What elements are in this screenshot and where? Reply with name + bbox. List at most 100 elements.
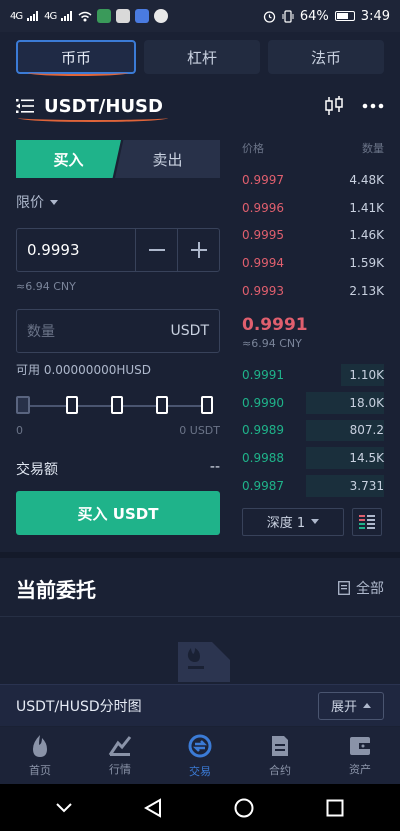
ask-price: 0.9993 — [242, 284, 284, 299]
slider-step-100[interactable] — [201, 396, 213, 414]
buy-usdt-button[interactable]: 买入 USDT — [16, 491, 220, 535]
home-icon[interactable] — [234, 798, 254, 818]
depth-select[interactable]: 深度 1 — [242, 507, 344, 536]
price-cny-estimate: ≈6.94 CNY — [16, 280, 76, 293]
more-icon[interactable] — [362, 103, 384, 109]
signal-indicator-2: 4G — [44, 10, 57, 22]
ask-row[interactable]: 0.9993 2.13K — [242, 277, 384, 305]
ask-quantity: 2.13K — [349, 284, 384, 299]
price-decrease-button[interactable] — [135, 229, 177, 271]
chevron-up-icon — [363, 703, 371, 708]
book-layout-icon — [359, 514, 375, 529]
trade-panel: 买入 卖出 限价 0.9993 ≈6.94 CNY 数量 USDT 可用 0.0… — [16, 140, 220, 535]
slider-step-75[interactable] — [156, 396, 168, 414]
flame-icon — [33, 734, 47, 757]
buy-sell-toggle: 买入 卖出 — [16, 140, 220, 178]
tab-margin[interactable]: 杠杆 — [144, 40, 260, 74]
plus-icon — [190, 242, 207, 258]
back-icon[interactable] — [144, 797, 162, 818]
slider-labels: 0 0 USDT — [16, 424, 220, 437]
sell-tab[interactable]: 卖出 — [115, 140, 220, 178]
last-price: 0.9991 — [242, 315, 308, 336]
ask-quantity: 4.48K — [349, 172, 384, 187]
ask-row[interactable]: 0.9997 4.48K — [242, 166, 384, 194]
candlestick-chart-icon[interactable] — [324, 95, 344, 117]
buy-tab[interactable]: 买入 — [16, 140, 121, 178]
ask-price: 0.9996 — [242, 200, 284, 215]
minus-icon — [148, 249, 165, 251]
bid-quantity: 807.2 — [349, 423, 384, 438]
turnover-row: 交易额 -- — [16, 459, 220, 479]
bid-row[interactable]: 0.9989 807.2 — [242, 417, 384, 445]
wifi-icon — [78, 11, 92, 21]
last-price-block: 0.9991 ≈6.94 CNY — [242, 305, 384, 361]
recents-icon[interactable] — [326, 799, 344, 817]
slider-handle[interactable] — [16, 396, 30, 414]
price-input[interactable]: 0.9993 — [17, 241, 135, 259]
alarm-icon — [263, 10, 276, 23]
bid-price: 0.9988 — [242, 451, 284, 466]
bid-row[interactable]: 0.9990 18.0K — [242, 389, 384, 417]
slider-min-label: 0 — [16, 424, 23, 437]
market-type-tabs: 币币 杠杆 法币 — [16, 40, 384, 74]
price-increase-button[interactable] — [177, 229, 219, 271]
bid-price: 0.9990 — [242, 395, 284, 410]
nav-assets[interactable]: 资产 — [320, 727, 400, 784]
pair-list-icon[interactable] — [16, 98, 34, 114]
quantity-unit: USDT — [170, 323, 209, 339]
slider-step-50[interactable] — [111, 396, 123, 414]
bid-row[interactable]: 0.9988 14.5K — [242, 444, 384, 472]
order-type-label: 限价 — [16, 195, 44, 211]
order-book-header: 价格 数量 — [242, 140, 384, 156]
ask-row[interactable]: 0.9994 1.59K — [242, 249, 384, 277]
exchange-icon — [188, 734, 212, 757]
price-input-group: 0.9993 — [16, 228, 220, 272]
bid-quantity: 18.0K — [349, 395, 384, 410]
system-nav-bar — [0, 784, 400, 831]
ask-price: 0.9994 — [242, 256, 284, 271]
vibrate-icon — [282, 9, 294, 23]
app-notification-icon — [154, 9, 169, 23]
quantity-column-header: 数量 — [362, 142, 384, 155]
app-notification-icon — [135, 9, 150, 23]
nav-market[interactable]: 行情 — [80, 727, 160, 784]
bid-row[interactable]: 0.9991 1.10K — [242, 361, 384, 389]
bid-quantity: 1.10K — [349, 367, 384, 382]
timeshare-chart-bar: USDT/HUSD分时图 展开 — [0, 684, 400, 726]
annotation-underline — [18, 114, 168, 122]
bid-price: 0.9987 — [242, 479, 284, 494]
bid-row[interactable]: 0.9987 3.731 — [242, 472, 384, 500]
depth-controls: 深度 1 — [242, 507, 384, 536]
quantity-input[interactable]: 数量 USDT — [16, 309, 220, 353]
all-orders-link[interactable]: 全部 — [338, 578, 384, 598]
ask-quantity: 1.59K — [349, 256, 384, 271]
chevron-down-icon — [311, 519, 320, 525]
nav-trade[interactable]: 交易 — [160, 727, 240, 784]
turnover-label: 交易额 — [16, 462, 58, 478]
expand-label: 展开 — [330, 700, 357, 715]
current-orders-header: 当前委托 全部 — [16, 570, 384, 606]
ask-quantity: 1.41K — [349, 200, 384, 215]
status-bar: 4G 4G 64% 3:49 — [0, 0, 400, 32]
tab-spot[interactable]: 币币 — [16, 40, 136, 74]
slider-step-25[interactable] — [66, 396, 78, 414]
signal-indicator-1: 4G — [10, 10, 23, 22]
ask-row[interactable]: 0.9995 1.46K — [242, 222, 384, 250]
book-layout-button[interactable] — [352, 507, 382, 536]
ask-row[interactable]: 0.9996 1.41K — [242, 194, 384, 222]
tab-otc[interactable]: 法币 — [268, 40, 384, 74]
nav-home[interactable]: 首页 — [0, 727, 80, 784]
nav-contract[interactable]: 合约 — [240, 727, 320, 784]
document-icon — [338, 581, 350, 595]
bid-quantity: 3.731 — [349, 479, 384, 494]
nav-home-label: 首页 — [29, 763, 51, 777]
order-type-select[interactable]: 限价 — [16, 192, 220, 212]
available-balance: 可用 0.00000000HUSD — [16, 363, 152, 377]
app-notification-icon — [97, 9, 112, 23]
expand-chart-button[interactable]: 展开 — [317, 691, 384, 720]
amount-slider[interactable] — [16, 394, 220, 418]
collapse-chevron-icon[interactable] — [56, 802, 72, 813]
market-icon — [108, 735, 132, 756]
ask-price: 0.9997 — [242, 172, 284, 187]
nav-trade-label: 交易 — [189, 764, 211, 778]
